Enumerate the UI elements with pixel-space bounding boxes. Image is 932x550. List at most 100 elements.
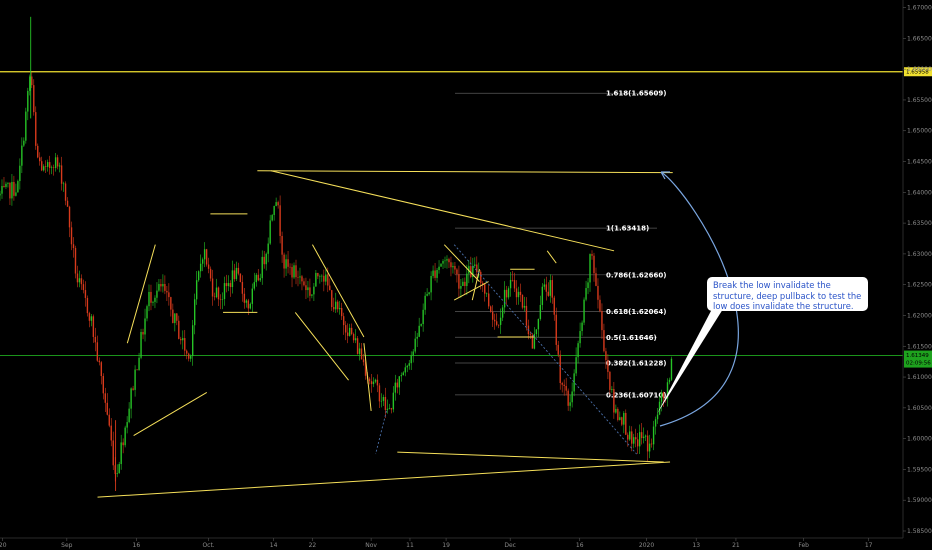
candle-body [110,425,112,441]
candle-body [549,280,551,296]
candle-body [579,331,581,344]
candle-body [92,316,95,337]
annotation-text: Break the low invalidate the structure, … [713,280,862,311]
candle-body [370,381,373,385]
candle-body [335,301,337,310]
candle-body [400,375,402,377]
candle-body [301,276,303,282]
fib-level-label: 0.786(1.62660) [606,271,666,279]
candle-body [499,317,502,325]
candle-body [555,314,557,345]
candle-body [631,431,633,444]
candle-body [152,301,154,303]
candle-body [39,157,41,162]
fib-level-label: 1.618(1.65609) [606,90,666,98]
price-tick-label: 1.65000 [907,128,932,135]
candle-body [593,255,595,274]
candle-body [1,185,3,194]
candle-body [170,297,172,310]
candle-body [158,284,160,291]
price-tick-label: 1.64500 [907,159,932,166]
candle-body [668,379,671,383]
candle-body [178,320,180,339]
candle-body [414,338,416,352]
time-tick-label: Oct. [202,542,214,549]
time-tick-label: Nov [365,542,377,549]
candle-body [11,181,13,199]
pattern-drawing [363,343,372,411]
drawings[interactable] [97,170,673,498]
candle-body [450,262,452,268]
candle-body [186,350,188,354]
candle-body [90,316,93,321]
candle-body [380,400,383,402]
candle-body [619,417,621,420]
candle-body [78,278,81,283]
candle-body [225,283,228,287]
candle-body [390,408,393,410]
price-tick-label: 1.66500 [907,35,932,42]
candle-body [398,376,401,388]
candle-body [54,157,57,168]
price-tick-label: 1.62000 [907,312,932,319]
candle-body [529,334,532,335]
candle-body [25,111,27,141]
candle-body [323,275,325,282]
price-tick-label: 1.61000 [907,374,932,381]
candle-body [13,181,15,196]
candle-body [197,271,200,281]
candle-body [503,289,506,308]
candle-body [305,285,307,291]
time-tick-label: 17 [865,542,873,549]
candle-body [164,284,166,291]
candle-body [563,384,565,387]
candle-body [223,283,226,300]
candle-body [541,286,544,305]
candle-body [207,264,210,269]
fibonacci-retracement[interactable]: 1.618(1.65609) 1(1.63418) 0.786(1.62660) 0.… [455,90,666,400]
candle-body [249,303,252,309]
candle-body [636,439,639,447]
candle-body [557,344,559,355]
candle-body [348,327,351,336]
candle-body [660,392,663,402]
candle-body [440,263,442,267]
candle-body [227,283,230,287]
candle-body [509,279,512,289]
candle-body [420,324,422,326]
fib-level-label: 0.236(1.60710) [606,391,666,399]
candle-body [237,267,240,274]
candle-body [64,183,67,201]
candle-body [396,382,399,388]
trendline [97,461,671,498]
candle-body [444,260,446,262]
candle-body [309,287,311,296]
candle-body [523,305,526,308]
candle-body [340,308,343,317]
candle-body [235,267,238,280]
candle-body [146,306,148,319]
candle-body [484,284,486,294]
horizontal-levels[interactable]: 1.659581.6134902:09:56 [0,67,932,368]
candle-body [136,369,138,371]
candle-body [521,294,524,308]
candle-body [605,351,607,361]
pattern-drawing [546,250,557,264]
price-tick-label: 1.59000 [907,497,932,504]
candle-body [559,354,561,384]
candle-body [333,307,335,310]
candle-body [658,401,661,415]
candle-body [180,338,182,341]
candle-body [412,351,414,356]
time-tick-label: 14 [270,542,278,549]
annotation-callout[interactable]: Break the low invalidate the structure, … [707,277,868,311]
candle-body [122,442,124,446]
candle-body [3,185,5,187]
candle-body [342,316,345,326]
candle-body [205,249,208,265]
candle-body [464,281,466,287]
candle-body [360,348,363,360]
price-tick-label: 1.62500 [907,282,932,289]
candle-body [68,206,71,228]
candle-body [623,412,625,425]
